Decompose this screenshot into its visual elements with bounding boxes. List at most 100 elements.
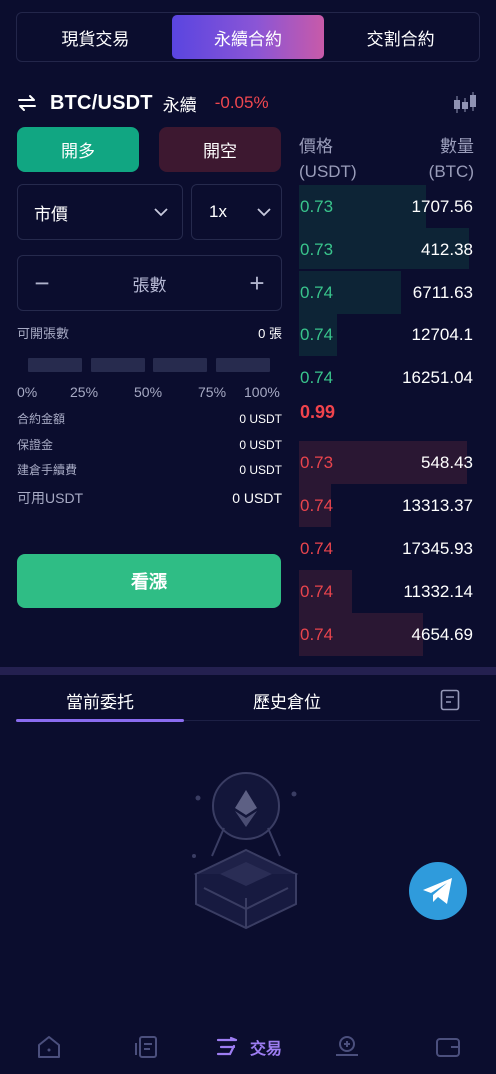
margin-label: 保證金	[17, 438, 54, 452]
bid-amount: 6711.63	[412, 283, 473, 302]
percent-labels: 0% 25% 50% 75% 100%	[17, 384, 285, 400]
margin-value: 0 USDT	[239, 437, 282, 452]
contract-amount-label: 合約金額	[17, 412, 66, 426]
ask-price: 0.74	[300, 625, 334, 644]
chevron-down-icon	[154, 207, 168, 216]
bid-row[interactable]: 0.73 1707.56	[299, 185, 474, 228]
ask-row[interactable]: 0.74 13313.37	[299, 484, 474, 527]
percent-slider[interactable]	[28, 358, 270, 372]
fee-label: 建倉手續費	[17, 463, 78, 477]
tab-perpetual[interactable]: 永續合約	[171, 15, 325, 59]
ask-price: 0.74	[300, 539, 334, 558]
available-label: 可用USDT	[17, 490, 84, 506]
tab-position-history[interactable]: 歷史倉位	[203, 680, 371, 720]
bid-row[interactable]: 0.74 12704.1	[299, 313, 474, 356]
candlestick-chart-icon[interactable]	[452, 91, 478, 115]
quantity-stepper: − 張數 +	[17, 255, 282, 311]
tab-current-orders[interactable]: 當前委托	[16, 680, 184, 722]
home-icon	[38, 1036, 60, 1058]
bid-price: 0.74	[300, 368, 334, 387]
ask-amount: 11332.14	[403, 582, 473, 601]
open-short-button[interactable]: 開空	[159, 127, 281, 172]
openable-label: 可開張數	[17, 326, 70, 341]
order-type-value: 市價	[34, 204, 68, 224]
slider-segment[interactable]	[215, 358, 270, 372]
slider-segment[interactable]	[28, 358, 82, 372]
nav-finance[interactable]	[334, 1035, 360, 1059]
order-type-select[interactable]: 市價	[17, 184, 183, 240]
fee-value: 0 USDT	[239, 462, 282, 477]
increment-button[interactable]: +	[247, 270, 267, 296]
market-icon	[135, 1036, 157, 1058]
bid-amount: 1707.56	[411, 197, 473, 216]
pair-change: -0.05%	[214, 93, 269, 112]
nav-trade[interactable]: 交易	[214, 1035, 282, 1059]
wallet-icon	[436, 1038, 460, 1057]
contract-amount-value: 0 USDT	[239, 411, 282, 426]
pair-header: BTC/USDT 永續 -0.05%	[16, 88, 480, 118]
bid-amount: 12704.1	[411, 325, 473, 344]
submit-long-button[interactable]: 看漲	[17, 554, 281, 608]
open-long-button[interactable]: 開多	[17, 127, 139, 172]
ask-row[interactable]: 0.74 17345.93	[299, 527, 474, 570]
available-row: 可用USDT 0 USDT	[17, 488, 282, 508]
quantity-input[interactable]: 張數	[133, 271, 167, 296]
percent-label[interactable]: 100%	[244, 384, 280, 400]
nav-assets[interactable]	[435, 1035, 461, 1059]
ask-row[interactable]: 0.74 11332.14	[299, 570, 474, 613]
finance-icon	[336, 1036, 358, 1056]
pair-kind: 永續	[162, 95, 197, 115]
percent-label[interactable]: 25%	[70, 384, 98, 400]
openable-row: 可開張數 0 張	[17, 323, 282, 342]
section-divider	[0, 667, 496, 675]
fee-row: 建倉手續費 0 USDT	[17, 461, 282, 478]
ask-amount: 13313.37	[402, 496, 473, 515]
pair-symbol[interactable]: BTC/USDT	[50, 92, 153, 115]
telegram-icon	[423, 878, 452, 904]
nav-trade-label: 交易	[250, 1041, 283, 1058]
bid-row[interactable]: 0.74 6711.63	[299, 271, 474, 314]
leverage-value: 1x	[209, 202, 227, 221]
tab-spot[interactable]: 現貨交易	[19, 15, 172, 59]
bid-price: 0.73	[300, 197, 334, 216]
ask-price: 0.74	[300, 496, 334, 515]
ask-price: 0.73	[300, 453, 334, 472]
ask-price: 0.74	[300, 582, 334, 601]
bid-price: 0.73	[300, 240, 334, 259]
bid-amount: 412.38	[421, 240, 473, 259]
price-unit: (USDT)	[299, 162, 357, 181]
ask-amount: 548.43	[421, 453, 473, 472]
telegram-button[interactable]	[409, 862, 467, 920]
ask-amount: 17345.93	[402, 539, 473, 558]
slider-segment[interactable]	[90, 358, 145, 372]
contract-amount-row: 合約金額 0 USDT	[17, 410, 282, 427]
decrement-button[interactable]: −	[32, 270, 52, 296]
bid-row[interactable]: 0.74 16251.04	[299, 356, 474, 399]
tab-delivery[interactable]: 交割合約	[324, 15, 477, 59]
nav-home[interactable]	[36, 1035, 62, 1059]
swap-icon[interactable]	[16, 92, 38, 114]
price-header: 價格	[299, 137, 333, 156]
orders-tabs: 當前委托 歷史倉位	[16, 680, 480, 722]
percent-label[interactable]: 75%	[198, 384, 226, 400]
percent-label[interactable]: 50%	[134, 384, 162, 400]
percent-label[interactable]: 0%	[17, 384, 37, 400]
openable-value: 0 張	[258, 326, 282, 341]
bottom-nav: 交易	[0, 1020, 496, 1074]
leverage-select[interactable]: 1x	[191, 184, 282, 240]
available-value: 0 USDT	[232, 490, 282, 506]
qty-header: 數量	[440, 137, 474, 156]
qty-unit: (BTC)	[428, 162, 474, 181]
nav-market[interactable]	[134, 1035, 160, 1059]
document-icon[interactable]	[440, 689, 460, 711]
chevron-down-icon	[257, 207, 271, 216]
ask-amount: 4654.69	[411, 625, 473, 644]
margin-row: 保證金 0 USDT	[17, 436, 282, 453]
ask-row[interactable]: 0.74 4654.69	[299, 613, 474, 656]
bid-amount: 16251.04	[402, 368, 473, 387]
bid-price: 0.74	[300, 325, 334, 344]
ask-row[interactable]: 0.73 548.43	[299, 441, 474, 484]
bid-price: 0.74	[300, 283, 334, 302]
slider-segment[interactable]	[153, 358, 208, 372]
bid-row[interactable]: 0.73 412.38	[299, 228, 474, 271]
